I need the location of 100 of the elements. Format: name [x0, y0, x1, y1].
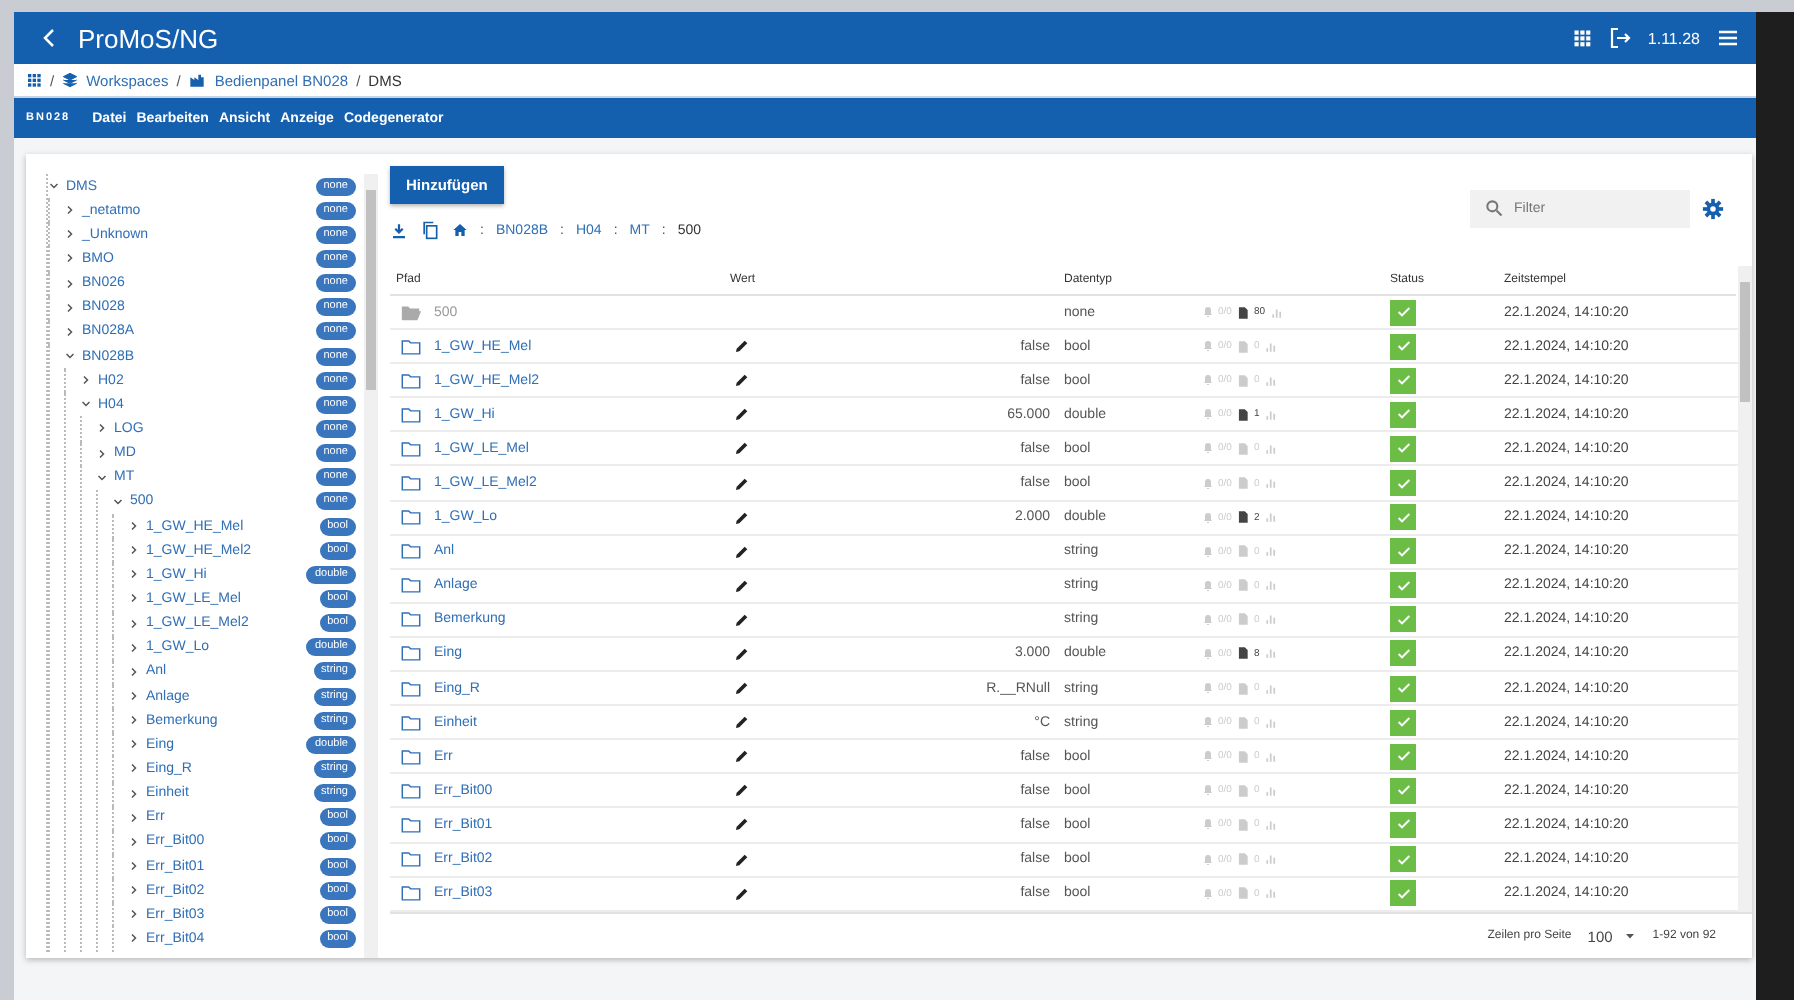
scrollbar[interactable] [1738, 266, 1752, 912]
apps-grid-icon[interactable] [26, 72, 42, 88]
settings-icon[interactable] [1702, 197, 1724, 219]
chevron-down-icon[interactable] [80, 398, 92, 411]
bell-icon [1202, 374, 1214, 387]
chevron-down-icon[interactable] [96, 471, 108, 484]
folder-icon [400, 540, 422, 563]
bar-chart-icon [1263, 441, 1278, 456]
version-label: 1.11.28 [1647, 29, 1700, 47]
bar-chart-icon [1263, 544, 1278, 559]
folder-icon [400, 848, 422, 871]
bar-chart-icon [1263, 783, 1278, 798]
home-icon[interactable] [452, 222, 468, 238]
bell-icon [1202, 442, 1214, 455]
chevron-down-icon[interactable] [112, 495, 124, 508]
bar-chart-icon [1263, 339, 1278, 354]
chevron-right-icon[interactable] [128, 738, 140, 751]
bar-chart-icon [1263, 407, 1278, 422]
chevron-right-icon[interactable] [128, 835, 140, 848]
bell-icon [1202, 887, 1214, 900]
bar-chart-icon [1263, 646, 1278, 661]
folder-icon [400, 369, 422, 392]
bell-icon [1202, 340, 1214, 353]
folder-icon [400, 472, 422, 495]
chevron-right-icon[interactable] [128, 690, 140, 703]
scrollbar[interactable] [364, 174, 378, 958]
bell-icon [1202, 784, 1214, 797]
chevron-right-icon[interactable] [64, 301, 76, 314]
folder-icon [400, 882, 422, 905]
bell-icon [1202, 579, 1214, 592]
chevron-right-icon[interactable] [128, 762, 140, 775]
folder-icon [400, 779, 422, 802]
search-icon [1484, 197, 1504, 217]
bell-icon [1202, 511, 1214, 524]
bell-icon [1202, 818, 1214, 831]
chevron-right-icon[interactable] [128, 544, 140, 557]
chevron-right-icon[interactable] [128, 568, 140, 581]
chevron-right-icon[interactable] [128, 665, 140, 678]
download-icon[interactable] [390, 221, 408, 239]
bell-icon [1202, 750, 1214, 763]
open-folder-icon [400, 301, 422, 324]
bell-icon [1202, 853, 1214, 866]
chevron-right-icon[interactable] [128, 932, 140, 945]
copy-icon[interactable] [420, 220, 440, 240]
menu-icon[interactable] [1716, 26, 1740, 50]
folder-icon [400, 608, 422, 631]
chevron-right-icon[interactable] [96, 422, 108, 435]
bar-chart-icon [1263, 852, 1278, 867]
apps-grid-icon[interactable] [1571, 28, 1592, 48]
bell-icon [1202, 716, 1214, 729]
bar-chart-icon [1263, 749, 1278, 764]
bar-chart-icon [1263, 886, 1278, 901]
folder-icon [400, 437, 422, 460]
bell-icon [1202, 613, 1214, 626]
folder-icon [400, 574, 422, 597]
bar-chart-icon [1263, 373, 1278, 388]
factory-icon [188, 72, 207, 88]
chevron-right-icon[interactable] [128, 787, 140, 800]
chevron-right-icon[interactable] [128, 860, 140, 872]
chevron-right-icon[interactable] [64, 325, 76, 338]
chevron-down-icon[interactable] [48, 180, 60, 193]
bell-icon [1202, 682, 1214, 695]
bell-icon [1202, 647, 1214, 660]
chevron-right-icon[interactable] [128, 641, 140, 654]
chevron-down-icon[interactable] [64, 350, 76, 363]
bar-chart-icon [1263, 476, 1278, 491]
chevron-right-icon[interactable] [64, 228, 76, 241]
layers-icon [62, 72, 79, 88]
folder-icon [400, 403, 422, 426]
bar-chart-icon [1263, 715, 1278, 730]
bar-chart-icon [1263, 578, 1278, 593]
chevron-right-icon[interactable] [64, 277, 76, 290]
bar-chart-icon [1263, 817, 1278, 832]
folder-icon [400, 506, 422, 529]
folder-icon [400, 335, 422, 358]
folder-icon [400, 711, 422, 734]
chevron-right-icon[interactable] [96, 447, 108, 460]
chevron-right-icon[interactable] [128, 520, 140, 533]
app-title: ProMoS/NG [78, 23, 221, 53]
bar-chart-icon [1263, 681, 1278, 696]
chevron-right-icon[interactable] [128, 617, 140, 630]
caret-icon [1624, 930, 1637, 942]
bell-icon [1202, 545, 1214, 558]
bell-icon [1202, 477, 1214, 490]
chevron-right-icon[interactable] [128, 908, 140, 921]
bar-chart-icon [1263, 510, 1278, 525]
bar-chart-icon [1269, 305, 1284, 320]
folder-icon [400, 813, 422, 836]
logout-icon[interactable] [1607, 26, 1632, 50]
chevron-right-icon[interactable] [64, 252, 76, 265]
chevron-right-icon[interactable] [128, 884, 140, 897]
chevron-right-icon[interactable] [128, 714, 140, 727]
chevron-right-icon[interactable] [80, 374, 92, 387]
folder-icon [400, 745, 422, 768]
chevron-right-icon[interactable] [128, 811, 140, 824]
bell-icon [1202, 408, 1214, 421]
folder-icon [400, 642, 422, 665]
chevron-right-icon[interactable] [128, 592, 140, 605]
bar-chart-icon [1263, 612, 1278, 627]
chevron-right-icon[interactable] [64, 204, 76, 217]
